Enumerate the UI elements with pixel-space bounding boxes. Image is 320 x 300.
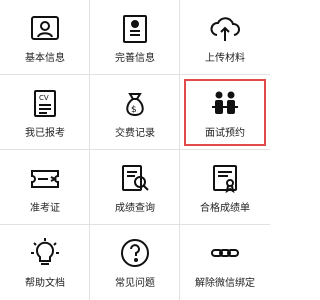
question-icon xyxy=(118,236,152,270)
tile-label: 帮助文档 xyxy=(25,278,65,289)
grid-divider xyxy=(89,0,90,300)
tile-complete-info[interactable]: 完善信息 xyxy=(90,0,180,75)
tile-label: 合格成绩单 xyxy=(200,203,250,214)
tile-admission-ticket[interactable]: 准考证 xyxy=(0,150,90,225)
tile-basic-info[interactable]: 基本信息 xyxy=(0,0,90,75)
tile-registered[interactable]: CV 我已报考 xyxy=(0,75,90,150)
grid-divider xyxy=(179,0,180,300)
tile-unbind-wechat[interactable]: 解除微信绑定 xyxy=(180,225,270,300)
money-bag-icon: $ xyxy=(118,86,152,120)
chain-link-icon xyxy=(208,236,242,270)
svg-text:$: $ xyxy=(131,105,137,115)
function-grid: 基本信息 完善信息 上传材料 CV 我已报考 $ 交费记录 面试预约 准考证 成… xyxy=(0,0,270,300)
search-document-icon xyxy=(118,161,152,195)
tile-label: 解除微信绑定 xyxy=(195,278,255,289)
id-card-icon xyxy=(28,11,62,45)
tile-label: 准考证 xyxy=(30,203,60,214)
tile-help-docs[interactable]: 帮助文档 xyxy=(0,225,90,300)
tile-label: 完善信息 xyxy=(115,53,155,64)
tile-passing-scores[interactable]: 合格成绩单 xyxy=(180,150,270,225)
tile-label: 我已报考 xyxy=(25,128,65,139)
grid-divider xyxy=(0,224,270,225)
tile-label: 交费记录 xyxy=(115,128,155,139)
tile-label: 面试预约 xyxy=(205,128,245,139)
tile-label: 基本信息 xyxy=(25,53,65,64)
certificate-icon xyxy=(208,161,242,195)
cv-document-icon: CV xyxy=(28,86,62,120)
profile-card-icon xyxy=(118,11,152,45)
lightbulb-icon xyxy=(28,236,62,270)
tile-upload-materials[interactable]: 上传材料 xyxy=(180,0,270,75)
tile-label: 常见问题 xyxy=(115,278,155,289)
grid-divider xyxy=(0,74,270,75)
tile-faq[interactable]: 常见问题 xyxy=(90,225,180,300)
interview-people-icon xyxy=(208,86,242,120)
tile-interview-appointment[interactable]: 面试预约 xyxy=(180,75,270,150)
ticket-icon xyxy=(28,161,62,195)
cloud-upload-icon xyxy=(208,11,242,45)
tile-score-query[interactable]: 成绩查询 xyxy=(90,150,180,225)
grid-divider xyxy=(0,149,270,150)
tile-label: 成绩查询 xyxy=(115,203,155,214)
tile-label: 上传材料 xyxy=(205,53,245,64)
tile-payment-records[interactable]: $ 交费记录 xyxy=(90,75,180,150)
svg-text:CV: CV xyxy=(39,94,49,102)
